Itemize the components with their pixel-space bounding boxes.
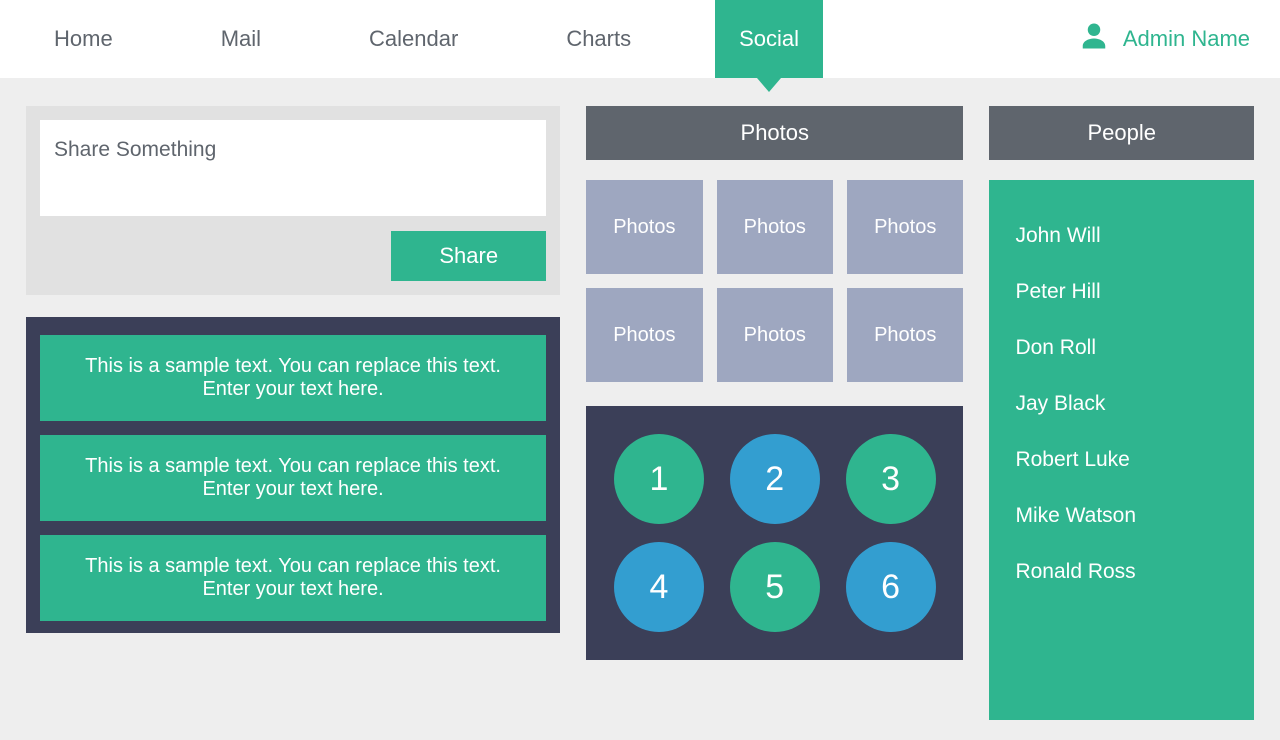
photo-tile[interactable]: Photos: [717, 180, 833, 274]
column-middle: Photos Photos Photos Photos Photos Photo…: [586, 106, 963, 720]
person-item[interactable]: Peter Hill: [1015, 264, 1228, 320]
pad-2[interactable]: 2: [730, 434, 820, 524]
tab-charts[interactable]: Charts: [542, 0, 655, 78]
column-right: People John Will Peter Hill Don Roll Jay…: [989, 106, 1254, 720]
people-list: John Will Peter Hill Don Roll Jay Black …: [989, 180, 1254, 720]
share-box: Share: [26, 106, 560, 295]
top-nav: Home Mail Calendar Charts Social Admin N…: [0, 0, 1280, 78]
person-item[interactable]: Jay Black: [1015, 376, 1228, 432]
photo-grid: Photos Photos Photos Photos Photos Photo…: [586, 180, 963, 382]
pad-5[interactable]: 5: [730, 542, 820, 632]
person-item[interactable]: Don Roll: [1015, 320, 1228, 376]
pad-4[interactable]: 4: [614, 542, 704, 632]
tab-social[interactable]: Social: [715, 0, 823, 78]
share-actions: Share: [40, 231, 546, 281]
photo-tile[interactable]: Photos: [586, 288, 702, 382]
page-body: Share This is a sample text. You can rep…: [0, 78, 1280, 740]
pad-6[interactable]: 6: [846, 542, 936, 632]
pad-1[interactable]: 1: [614, 434, 704, 524]
user-icon: [1079, 21, 1109, 57]
feed-item: This is a sample text. You can replace t…: [40, 435, 546, 521]
feed-item: This is a sample text. You can replace t…: [40, 535, 546, 621]
feed-item: This is a sample text. You can replace t…: [40, 335, 546, 421]
number-pad: 1 2 3 4 5 6: [586, 406, 963, 660]
people-header: People: [989, 106, 1254, 160]
nav-tabs: Home Mail Calendar Charts Social: [30, 0, 1079, 78]
user-label: Admin Name: [1123, 26, 1250, 52]
tab-home[interactable]: Home: [30, 0, 137, 78]
person-item[interactable]: John Will: [1015, 208, 1228, 264]
photo-tile[interactable]: Photos: [847, 288, 963, 382]
share-button[interactable]: Share: [391, 231, 546, 281]
pad-3[interactable]: 3: [846, 434, 936, 524]
person-item[interactable]: Robert Luke: [1015, 432, 1228, 488]
photo-tile[interactable]: Photos: [586, 180, 702, 274]
share-input[interactable]: [40, 120, 546, 216]
tab-calendar[interactable]: Calendar: [345, 0, 482, 78]
user-menu[interactable]: Admin Name: [1079, 0, 1250, 78]
person-item[interactable]: Mike Watson: [1015, 488, 1228, 544]
person-item[interactable]: Ronald Ross: [1015, 544, 1228, 600]
photos-header: Photos: [586, 106, 963, 160]
feed: This is a sample text. You can replace t…: [26, 317, 560, 633]
column-left: Share This is a sample text. You can rep…: [26, 106, 560, 720]
photo-tile[interactable]: Photos: [847, 180, 963, 274]
photo-tile[interactable]: Photos: [717, 288, 833, 382]
tab-mail[interactable]: Mail: [197, 0, 285, 78]
